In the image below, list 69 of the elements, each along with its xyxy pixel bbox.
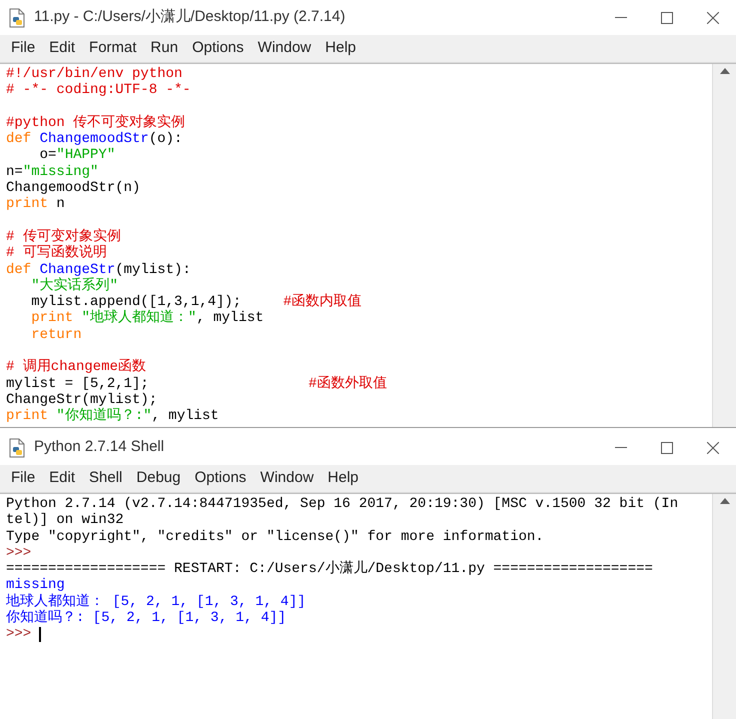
close-icon[interactable] (707, 12, 719, 24)
maximize-icon[interactable] (661, 12, 673, 24)
code-token: "missing" (22, 164, 98, 180)
window-title: Python 2.7.14 Shell (34, 437, 164, 458)
shell-line: tel)] on win32 (6, 512, 124, 529)
code-token: # -*- coding:UTF-8 -*- (6, 82, 191, 98)
code-token: # 传可变对象实例 (6, 228, 121, 245)
close-icon[interactable] (707, 442, 719, 454)
menu-item[interactable]: Edit (42, 467, 82, 490)
code-token: #!/usr/bin/env python (6, 66, 182, 82)
minimize-icon[interactable] (615, 16, 627, 18)
scrollbar[interactable] (712, 64, 736, 427)
shell-line: Python 2.7.14 (v2.7.14:84471935ed, Sep 16 2017, 20:19:30) [MSC v.1500 32 bit (In (6, 496, 678, 512)
code-token: #函数外取值 (307, 376, 387, 392)
scrollbar[interactable] (712, 494, 736, 719)
scroll-up-icon[interactable] (720, 68, 730, 74)
code-token: print (6, 196, 48, 212)
shell-prompt: >>> (6, 626, 32, 643)
maximize-icon[interactable] (661, 442, 673, 454)
code-token: # 可写函数说明 (6, 245, 107, 262)
menu-item[interactable]: Help (320, 467, 366, 490)
python-file-icon (8, 438, 26, 458)
shell-line: =================== RESTART: C:/Users/小潇儿/Desktop/11.py =================== (6, 561, 653, 578)
code-token: (mylist): (115, 262, 191, 278)
code-token: mylist.append([1,3,1,4]); (30, 294, 242, 310)
code-token: #python 传不可变对象实例 (6, 114, 186, 131)
code-token: ChangeStr(mylist); (6, 392, 158, 408)
menu-item[interactable]: File (4, 37, 42, 60)
code-token: "你知道吗？:" (55, 408, 152, 424)
menu-item[interactable]: Run (144, 37, 186, 60)
code-token: def (6, 131, 32, 148)
code-token: ChangemoodStr(n) (6, 180, 140, 196)
code-token: "HAPPY" (56, 147, 116, 164)
code-token: def (6, 262, 32, 278)
menu-item[interactable]: Options (188, 467, 254, 490)
code-token: , mylist (152, 408, 219, 424)
code-token: mylist = [5,2,1]; (6, 376, 149, 392)
menu-item[interactable]: Edit (42, 37, 82, 60)
menu-item[interactable]: Debug (129, 467, 188, 490)
python-file-icon (8, 8, 26, 28)
shell-line: 你知道吗？: [5, 2, 1, [1, 3, 1, 4]] (6, 610, 286, 626)
code-token: print (30, 310, 74, 326)
window-title: 11.py - C:/Users/小潇儿/Desktop/11.py (2.7.14) (34, 7, 346, 28)
code-token: , mylist (196, 310, 264, 326)
menu-item[interactable]: Shell (82, 467, 130, 490)
shell-prompt: >>> (6, 544, 32, 562)
minimize-icon[interactable] (615, 446, 627, 448)
menu-item[interactable]: Window (250, 37, 318, 60)
scroll-up-icon[interactable] (720, 498, 730, 504)
code-token: # 调用changeme函数 (6, 359, 146, 376)
code-token: n (55, 196, 65, 212)
code-token: #函数内取值 (282, 294, 362, 310)
menu-item[interactable]: Format (82, 37, 144, 60)
menu-item[interactable]: File (4, 467, 42, 490)
code-token: "地球人都知道：" (80, 310, 196, 326)
code-token: n= (6, 164, 23, 180)
code-token: ChangemoodStr (38, 131, 149, 148)
menu-item[interactable]: Window (253, 467, 321, 490)
shell-line: missing (6, 577, 65, 594)
code-token: ChangeStr (38, 262, 116, 278)
code-token: print (6, 408, 48, 424)
code-token: o= (38, 147, 56, 164)
shell-line: 地球人都知道： [5, 2, 1, [1, 3, 1, 4]] (6, 594, 306, 610)
code-token: (o): (148, 131, 182, 148)
code-token: "大实话系列" (30, 278, 118, 294)
shell-line: Type "copyright", "credits" or "license()" for more information. (6, 528, 544, 545)
menu-item[interactable]: Options (185, 37, 251, 60)
menu-item[interactable]: Help (318, 37, 363, 60)
code-token: return (30, 326, 82, 343)
